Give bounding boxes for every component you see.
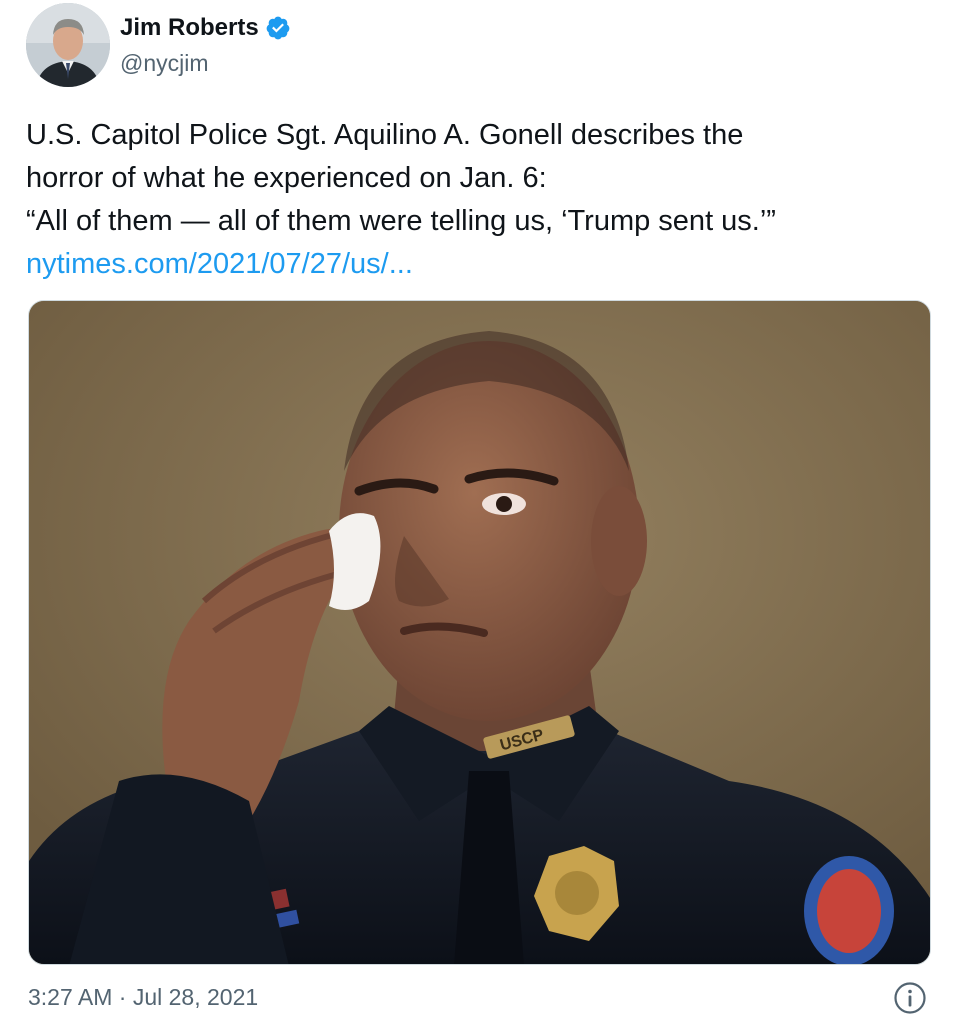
avatar-portrait: [26, 3, 110, 87]
tweet-card: Jim Roberts @nycjim U.S. Capitol Police …: [0, 0, 957, 1024]
verified-badge-icon: [266, 16, 290, 40]
author-avatar[interactable]: [26, 3, 110, 87]
tweet-text-line: U.S. Capitol Police Sgt. Aquilino A. Gon…: [26, 119, 744, 151]
author-display-name[interactable]: Jim Roberts: [120, 14, 259, 42]
article-link[interactable]: nytimes.com/2021/07/27/us/...: [26, 248, 413, 280]
author-name-row: Jim Roberts: [120, 14, 291, 42]
tweet-text: U.S. Capitol Police Sgt. Aquilino A. Gon…: [26, 114, 931, 286]
photo-image: USCP: [29, 301, 930, 964]
tweet-photo[interactable]: USCP: [28, 300, 931, 965]
author-handle[interactable]: @nycjim: [120, 50, 209, 77]
tweet-timestamp[interactable]: 3:27 AM · Jul 28, 2021: [28, 984, 258, 1011]
tweet-text-line: horror of what he experienced on Jan. 6:: [26, 162, 547, 194]
tweet-text-line: “All of them — all of them were telling …: [26, 205, 776, 237]
info-icon[interactable]: [893, 981, 927, 1015]
